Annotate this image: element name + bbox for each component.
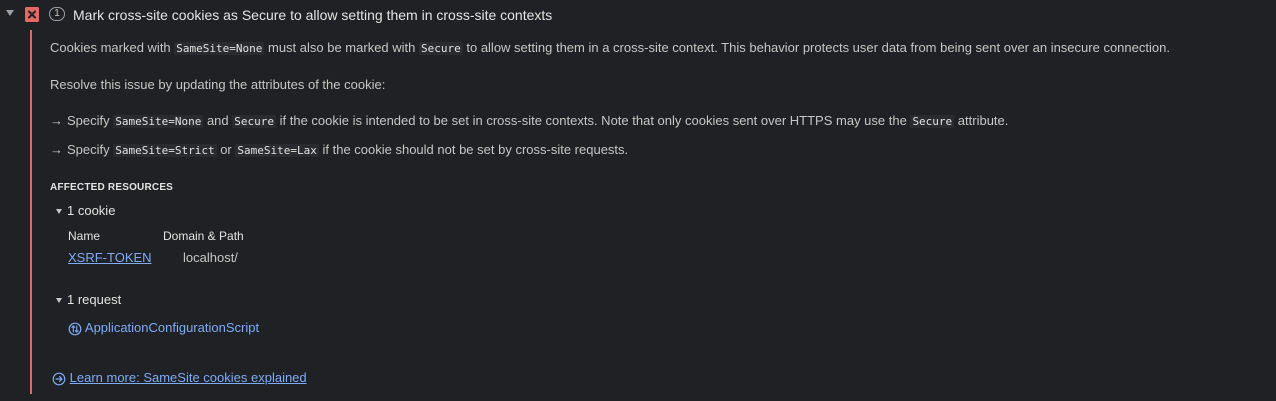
- issue-body: Cookies marked with SameSite=None must a…: [30, 30, 1276, 394]
- learn-more[interactable]: Learn more: SameSite cookies explained: [52, 370, 307, 386]
- network-request-icon: [68, 322, 82, 335]
- triangle-down-icon: [56, 298, 62, 304]
- cookie-domain-path: localhost/: [183, 250, 238, 265]
- issue-title: Mark cross-site cookies as Secure to all…: [73, 7, 553, 23]
- chevron-down-icon[interactable]: [6, 10, 14, 16]
- code-secure: Secure: [910, 115, 955, 128]
- recommendation-1: → Specify SameSite=None and Secure if the…: [50, 113, 1008, 128]
- code-samesite-strict: SameSite=Strict: [113, 144, 217, 157]
- column-header-name: Name: [68, 229, 101, 243]
- requests-count-label: 1 request: [67, 292, 122, 307]
- recommendation-text: if the cookie is intended to be set in c…: [276, 113, 911, 128]
- issue-count-badge: 1: [49, 7, 65, 21]
- code-samesite-lax: SameSite=Lax: [235, 144, 319, 157]
- error-icon: [25, 7, 39, 22]
- recommendation-text: if the cookie should not be set by cross…: [318, 142, 629, 157]
- cookie-name-link[interactable]: XSRF-TOKEN: [68, 250, 152, 265]
- recommendation-text: Specify: [67, 113, 114, 128]
- recommendation-text: or: [216, 142, 236, 157]
- affected-requests-toggle[interactable]: 1 request: [56, 292, 121, 307]
- affected-cookies-toggle[interactable]: 1 cookie: [56, 203, 115, 218]
- arrow-right-icon: →: [50, 142, 63, 157]
- code-secure: Secure: [232, 115, 277, 128]
- issue-header[interactable]: 1 Mark cross-site cookies as Secure to a…: [0, 0, 1276, 30]
- recommendation-text: and: [203, 113, 233, 128]
- description-text: to allow setting them in a cross-site co…: [462, 40, 1170, 55]
- description-text: Cookies marked with: [50, 40, 175, 55]
- arrow-circle-right-icon: [52, 372, 66, 385]
- learn-more-link[interactable]: Learn more: SameSite cookies explained: [70, 370, 307, 385]
- recommendation-2: → Specify SameSite=Strict or SameSite=Lax…: [50, 142, 628, 157]
- recommendation-text: Specify: [67, 142, 114, 157]
- affected-resources-heading: AFFECTED RESOURCES: [50, 182, 174, 193]
- cookies-count-label: 1 cookie: [67, 203, 116, 218]
- description-text: must also be marked with: [264, 40, 419, 55]
- arrow-right-icon: →: [50, 113, 63, 128]
- column-header-domain-path: Domain & Path: [163, 229, 244, 243]
- issue-description: Cookies marked with SameSite=None must a…: [50, 40, 1170, 55]
- code-samesite-none: SameSite=None: [113, 115, 204, 128]
- recommendation-text: attribute.: [954, 113, 1009, 128]
- resolve-instructions: Resolve this issue by updating the attri…: [50, 77, 386, 92]
- triangle-down-icon: [56, 209, 62, 215]
- request-item[interactable]: ApplicationConfigurationScript: [68, 320, 259, 336]
- code-samesite-none: SameSite=None: [174, 42, 265, 55]
- code-secure: Secure: [419, 42, 463, 55]
- request-link[interactable]: ApplicationConfigurationScript: [85, 320, 259, 335]
